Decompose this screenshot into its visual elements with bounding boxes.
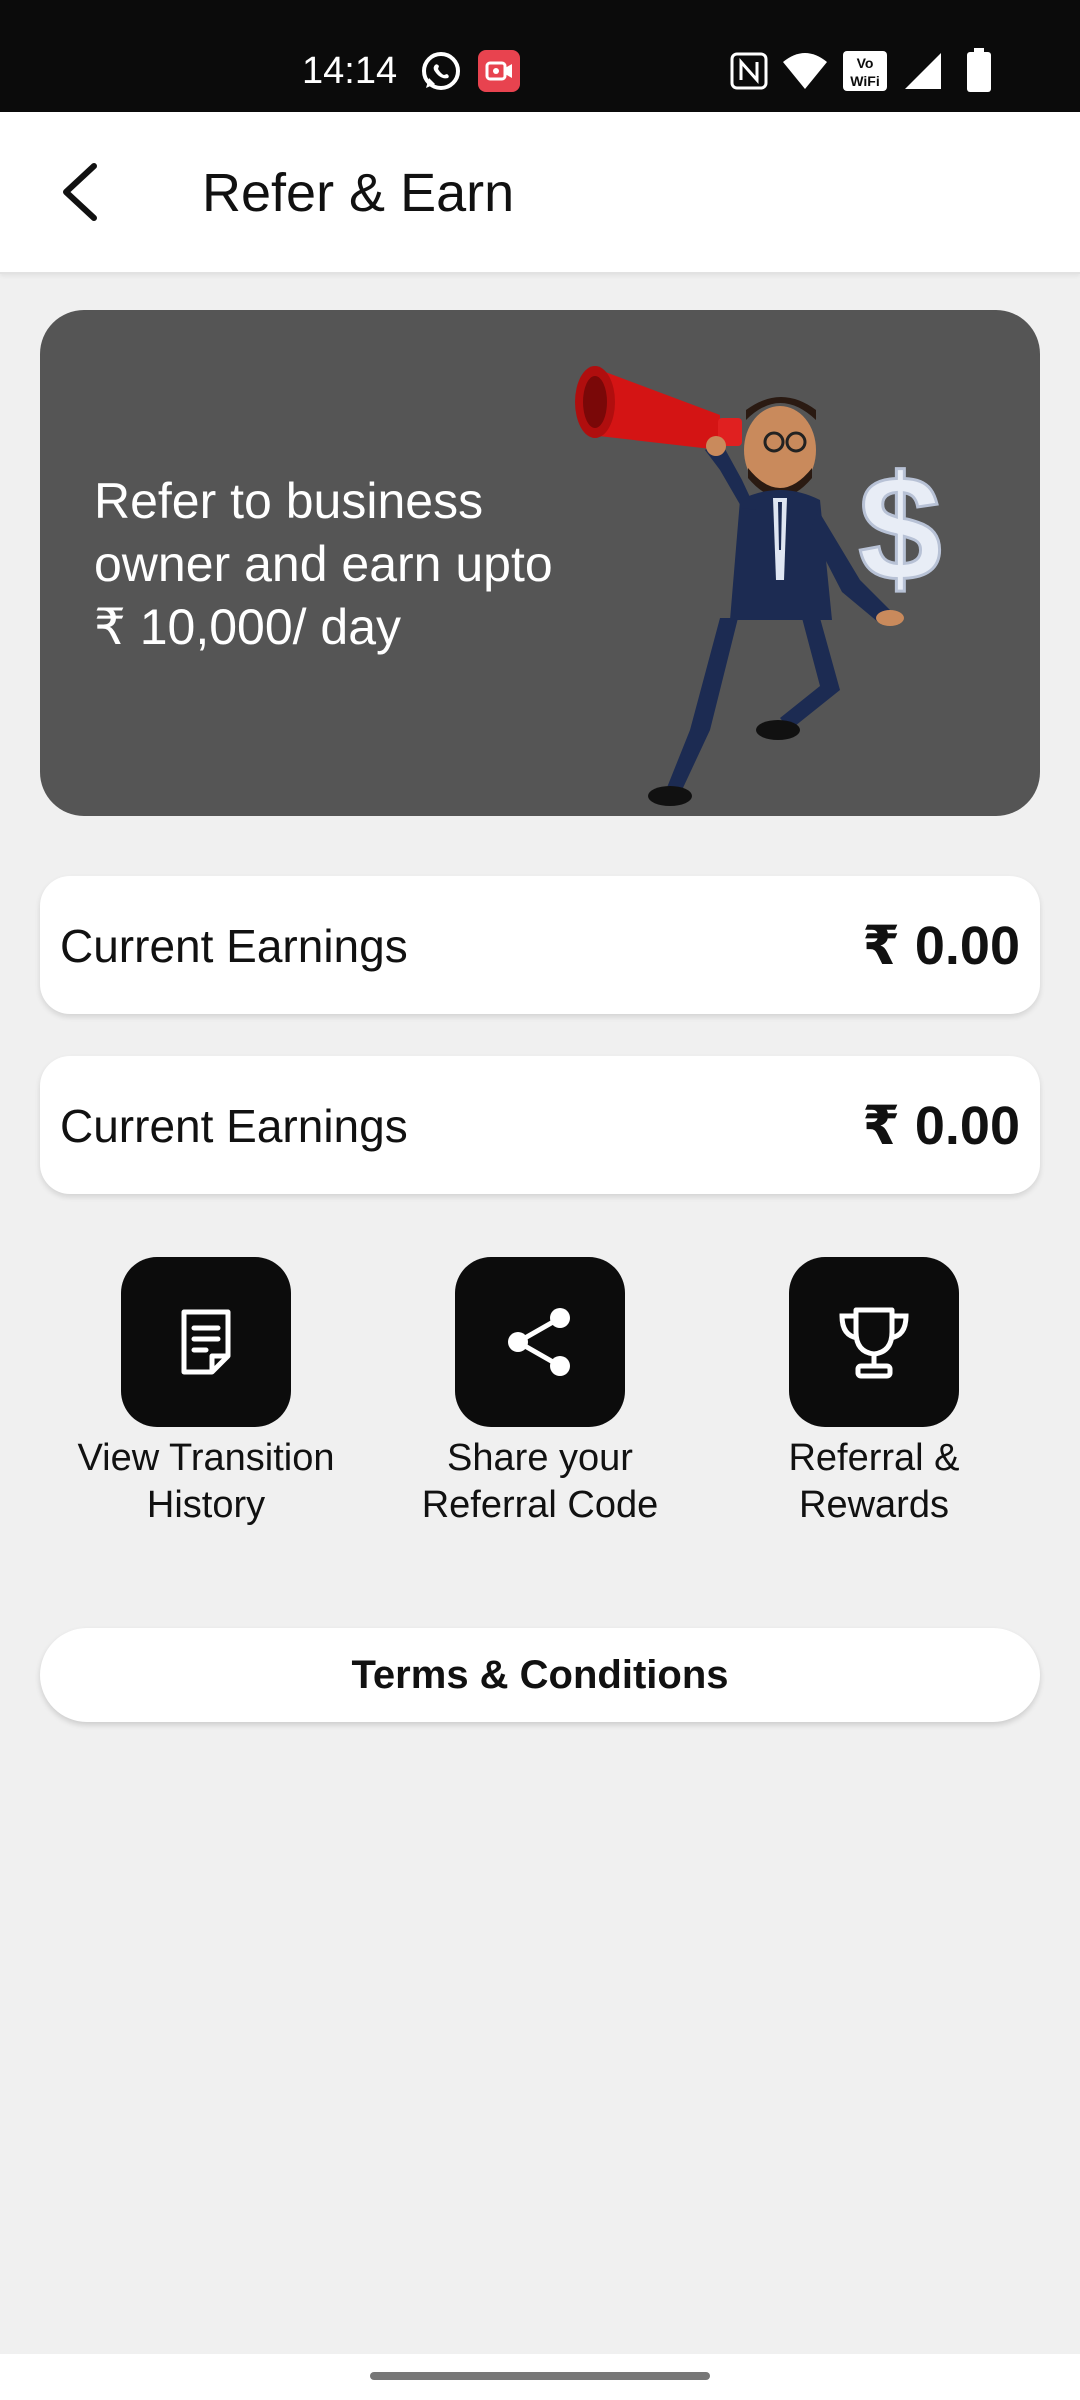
action-label-line-1: Share your: [447, 1437, 633, 1479]
navigation-bar: [0, 2354, 1080, 2400]
earnings-card: Current Earnings ₹ 0.00: [40, 876, 1040, 1014]
share-referral-code-button[interactable]: Share your Referral Code: [390, 1257, 690, 1529]
app-bar: Refer & Earn: [0, 112, 1080, 274]
action-label: View Transition History: [56, 1435, 356, 1529]
earnings-value: ₹ 0.00: [862, 916, 1020, 976]
page-title: Refer & Earn: [202, 163, 515, 223]
action-tile[interactable]: [789, 1257, 959, 1427]
trophy-icon: [839, 1307, 909, 1379]
wifi-icon: [783, 53, 827, 89]
referral-rewards-button[interactable]: Referral & Rewards: [724, 1257, 1024, 1529]
action-label: Referral & Rewards: [724, 1435, 1024, 1529]
battery-icon: [967, 48, 991, 92]
man-with-megaphone-illustration: $: [575, 366, 943, 806]
nfc-icon: [730, 52, 768, 90]
arrow-left-icon: [63, 163, 97, 221]
status-bar: 14:14 Vo WiFi: [0, 0, 1080, 112]
earnings-value: ₹ 0.00: [862, 1096, 1020, 1156]
action-tile[interactable]: [121, 1257, 291, 1427]
screen-record-icon: [478, 50, 520, 92]
action-label-line-1: View Transition: [77, 1437, 335, 1479]
earnings-label: Current Earnings: [60, 1100, 408, 1152]
action-label-line-1: Referral &: [788, 1437, 960, 1479]
action-label-line-2: History: [146, 1484, 266, 1526]
back-button[interactable]: [40, 152, 120, 232]
status-time: 14:14: [302, 50, 398, 92]
earnings-card: Current Earnings ₹ 0.00: [40, 1056, 1040, 1194]
svg-text:WiFi: WiFi: [850, 73, 879, 89]
signal-icon: [905, 53, 941, 89]
svg-text:Vo: Vo: [857, 55, 874, 71]
document-icon: [181, 1309, 231, 1375]
promo-banner: Refer to business owner and earn upto ₹ …: [40, 310, 1040, 816]
terms-and-conditions-button[interactable]: Terms & Conditions: [40, 1628, 1040, 1722]
action-label-line-2: Referral Code: [421, 1484, 659, 1526]
share-icon: [508, 1308, 570, 1376]
whatsapp-icon: [422, 52, 460, 90]
action-tile[interactable]: [455, 1257, 625, 1427]
view-transaction-history-button[interactable]: View Transition History: [56, 1257, 356, 1529]
svg-text:$: $: [858, 444, 941, 612]
action-label-line-2: Rewards: [799, 1484, 949, 1526]
action-label: Share your Referral Code: [390, 1435, 690, 1529]
earnings-label: Current Earnings: [60, 920, 408, 972]
home-indicator[interactable]: [370, 2372, 710, 2380]
vowifi-icon: Vo WiFi: [843, 51, 887, 91]
